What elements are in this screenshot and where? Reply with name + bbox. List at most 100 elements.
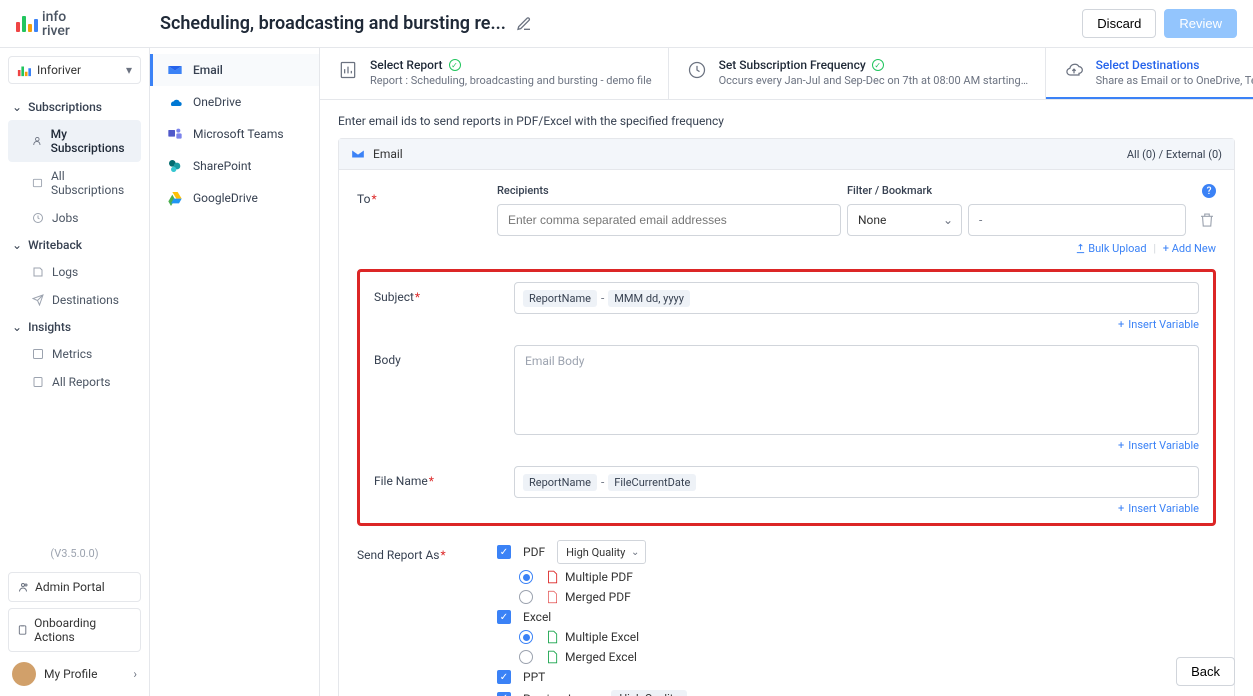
sidebar-item-jobs[interactable]: Jobs xyxy=(8,204,141,232)
chevron-down-icon: ⌄ xyxy=(12,100,22,114)
checkbox-preview[interactable]: ✓ xyxy=(497,692,511,696)
instruction-text: Enter email ids to send reports in PDF/E… xyxy=(338,114,1235,128)
email-icon xyxy=(167,62,183,78)
pdf-icon xyxy=(545,590,559,604)
radio-merged-excel[interactable] xyxy=(519,650,533,664)
reports-icon xyxy=(32,376,44,388)
send-icon xyxy=(32,294,44,306)
insert-variable-body[interactable]: Insert Variable xyxy=(514,439,1199,452)
checkbox-ppt[interactable]: ✓ xyxy=(497,670,511,684)
chevron-down-icon: ⌄ xyxy=(631,547,639,558)
pdf-quality-select[interactable]: High Quality ⌄ xyxy=(557,540,646,564)
info-icon[interactable]: ? xyxy=(1202,184,1216,198)
admin-portal-button[interactable]: Admin Portal xyxy=(8,572,141,602)
excel-icon xyxy=(545,630,559,644)
filename-label: File Name xyxy=(374,466,514,488)
group-writeback[interactable]: ⌄Writeback xyxy=(8,232,141,258)
page-title: Scheduling, broadcasting and bursting re… xyxy=(160,13,506,34)
trash-icon[interactable] xyxy=(1198,211,1216,229)
profile-button[interactable]: My Profile › xyxy=(8,652,141,688)
insert-variable-subject[interactable]: Insert Variable xyxy=(514,318,1199,331)
brand-line2: river xyxy=(42,24,70,38)
checkbox-pdf[interactable]: ✓ xyxy=(497,545,511,559)
filename-input[interactable]: ReportName - FileCurrentDate xyxy=(514,466,1199,498)
token-reportname: ReportName xyxy=(523,474,597,491)
admin-icon xyxy=(17,581,29,593)
nav-sidebar: Inforiver ▾ ⌄Subscriptions My Subscripti… xyxy=(0,48,150,696)
body-label: Body xyxy=(374,345,514,367)
cloud-icon xyxy=(1064,60,1084,80)
clipboard-icon xyxy=(17,624,28,636)
chevron-down-icon: ⌄ xyxy=(943,213,953,227)
pdf-icon xyxy=(545,570,559,584)
sidebar-item-all-reports[interactable]: All Reports xyxy=(8,368,141,396)
check-icon: ✓ xyxy=(449,59,461,71)
token-reportname: ReportName xyxy=(523,290,597,307)
step-select-report[interactable]: Select Report✓ Report : Scheduling, broa… xyxy=(320,48,669,99)
panel-title: Email xyxy=(373,147,403,161)
filter-header: Filter / Bookmark xyxy=(847,184,1202,198)
gdrive-icon xyxy=(167,190,183,206)
dest-onedrive[interactable]: OneDrive xyxy=(150,86,319,118)
dest-sharepoint[interactable]: SharePoint xyxy=(150,150,319,182)
check-icon: ✓ xyxy=(872,59,884,71)
recipient-counts: All (0) / External (0) xyxy=(1127,148,1222,161)
bulk-upload-link[interactable]: Bulk Upload xyxy=(1088,242,1146,255)
radio-merged-pdf[interactable] xyxy=(519,590,533,604)
destination-sidebar: Email OneDrive Microsoft Teams SharePoin… xyxy=(150,48,320,696)
sidebar-item-metrics[interactable]: Metrics xyxy=(8,340,141,368)
subject-label: Subject xyxy=(374,282,514,304)
dest-gdrive[interactable]: GoogleDrive xyxy=(150,182,319,214)
logo-bars-icon xyxy=(16,16,38,32)
sidebar-item-my-subscriptions[interactable]: My Subscriptions xyxy=(8,120,141,162)
chevron-down-icon: ▾ xyxy=(126,63,132,77)
logo: info river xyxy=(16,10,136,38)
discard-button[interactable]: Discard xyxy=(1082,9,1156,38)
to-label: To xyxy=(357,184,497,206)
sidebar-item-all-subscriptions[interactable]: All Subscriptions xyxy=(8,162,141,204)
step-destinations[interactable]: Select Destinations Share as Email or to… xyxy=(1046,48,1253,99)
insert-variable-filename[interactable]: Insert Variable xyxy=(514,502,1199,515)
filter-select[interactable]: None ⌄ xyxy=(847,204,962,236)
chevron-down-icon: ⌄ xyxy=(12,320,22,334)
review-button[interactable]: Review xyxy=(1164,9,1237,38)
version-label: (V3.5.0.0) xyxy=(8,541,141,566)
subject-input[interactable]: ReportName - MMM dd, yyyy xyxy=(514,282,1199,314)
excel-icon xyxy=(545,650,559,664)
recipients-header: Recipients xyxy=(497,184,847,198)
logs-icon xyxy=(32,266,44,278)
radio-multi-pdf[interactable] xyxy=(519,570,533,584)
onedrive-icon xyxy=(167,94,183,110)
chevron-down-icon: ⌄ xyxy=(12,238,22,252)
preview-quality: High Quality xyxy=(611,690,686,696)
checkbox-excel[interactable]: ✓ xyxy=(497,610,511,624)
user-icon xyxy=(32,135,43,147)
group-subscriptions[interactable]: ⌄Subscriptions xyxy=(8,94,141,120)
token-date: MMM dd, yyyy xyxy=(608,290,690,307)
dest-email[interactable]: Email xyxy=(150,54,319,86)
step-tabs: Select Report✓ Report : Scheduling, broa… xyxy=(320,48,1253,100)
body-input[interactable]: Email Body xyxy=(514,345,1199,435)
sidebar-item-destinations[interactable]: Destinations xyxy=(8,286,141,314)
clock-icon xyxy=(687,60,707,80)
brand-line1: info xyxy=(42,10,70,24)
chart-icon xyxy=(17,63,31,77)
edit-icon[interactable] xyxy=(516,16,532,32)
recipients-input[interactable] xyxy=(497,204,841,236)
back-button[interactable]: Back xyxy=(1176,657,1235,686)
email-icon xyxy=(351,147,365,161)
radio-multi-excel[interactable] xyxy=(519,630,533,644)
onboarding-button[interactable]: Onboarding Actions xyxy=(8,608,141,652)
avatar xyxy=(12,662,36,686)
step-frequency[interactable]: Set Subscription Frequency✓ Occurs every… xyxy=(669,48,1046,99)
dest-teams[interactable]: Microsoft Teams xyxy=(150,118,319,150)
 xyxy=(1075,243,1086,254)
sharepoint-icon xyxy=(167,158,183,174)
sidebar-item-logs[interactable]: Logs xyxy=(8,258,141,286)
metrics-icon xyxy=(32,348,44,360)
workspace-label: Inforiver xyxy=(37,63,81,77)
add-new-link[interactable]: + Add New xyxy=(1163,242,1216,255)
group-insights[interactable]: ⌄Insights xyxy=(8,314,141,340)
workspace-select[interactable]: Inforiver ▾ xyxy=(8,56,141,84)
list-icon xyxy=(32,177,43,189)
